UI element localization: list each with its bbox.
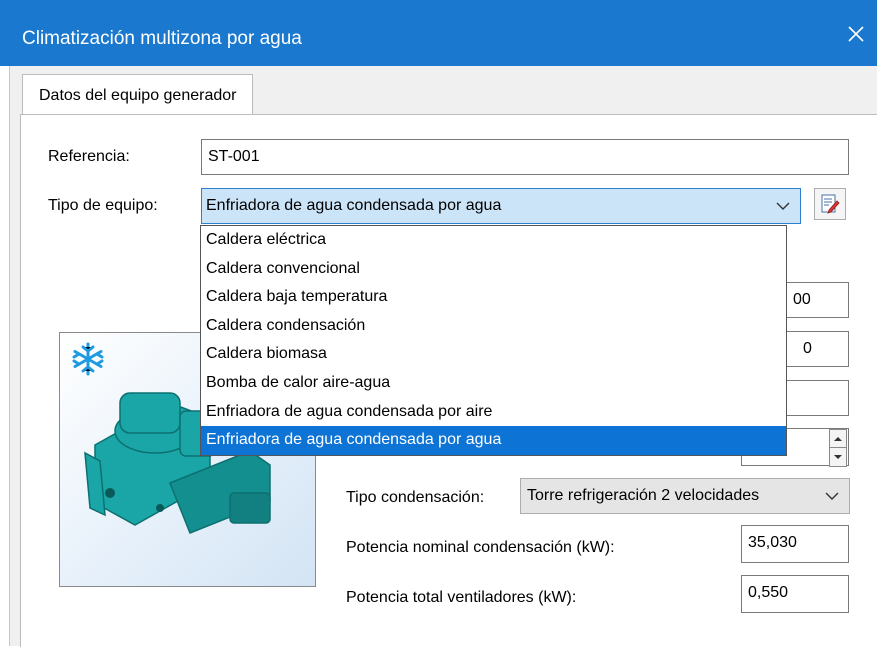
tipo-condensacion-value: Torre refrigeración 2 velocidades	[527, 487, 760, 504]
tipo-condensacion-select[interactable]: Torre refrigeración 2 velocidades	[520, 478, 850, 514]
close-icon[interactable]	[843, 21, 869, 47]
potencia-condensacion-label: Potencia nominal condensación (kW):	[346, 539, 615, 556]
option-caldera-baja-temperatura[interactable]: Caldera baja temperatura	[201, 283, 786, 312]
option-caldera-biomasa[interactable]: Caldera biomasa	[201, 340, 786, 369]
option-caldera-electrica[interactable]: Caldera eléctrica	[201, 226, 786, 255]
tab-datos-equipo-generador[interactable]: Datos del equipo generador	[22, 74, 254, 115]
spin-down-icon[interactable]	[829, 447, 847, 467]
spin-up-icon[interactable]	[829, 429, 847, 449]
title-bar: Climatización multizona por agua	[0, 0, 877, 66]
edit-document-icon	[821, 194, 840, 214]
referencia-input[interactable]: ST-001	[201, 139, 849, 175]
tipo-equipo-select[interactable]: Enfriadora de agua condensada por agua	[201, 188, 801, 224]
edit-equipment-button[interactable]	[814, 188, 846, 220]
chevron-down-icon	[776, 189, 790, 223]
chevron-down-icon	[825, 479, 839, 513]
tipo-condensacion-label: Tipo condensación:	[346, 489, 485, 506]
tipo-equipo-value: Enfriadora de agua condensada por agua	[206, 197, 502, 214]
option-bomba-calor-aire-agua[interactable]: Bomba de calor aire-agua	[201, 369, 786, 398]
referencia-label: Referencia:	[48, 148, 130, 165]
tipo-equipo-dropdown: Caldera eléctrica Caldera convencional C…	[200, 225, 787, 456]
tipo-equipo-label: Tipo de equipo:	[48, 197, 158, 214]
option-enfriadora-agua[interactable]: Enfriadora de agua condensada por agua	[201, 426, 786, 455]
window-title: Climatización multizona por agua	[22, 28, 302, 49]
option-caldera-convencional[interactable]: Caldera convencional	[201, 255, 786, 284]
potencia-condensacion-input[interactable]: 35,030	[741, 525, 849, 563]
potencia-ventiladores-label: Potencia total ventiladores (kW):	[346, 589, 577, 606]
option-caldera-condensacion[interactable]: Caldera condensación	[201, 312, 786, 341]
option-enfriadora-aire[interactable]: Enfriadora de agua condensada por aire	[201, 398, 786, 427]
potencia-ventiladores-input[interactable]: 0,550	[741, 575, 849, 613]
